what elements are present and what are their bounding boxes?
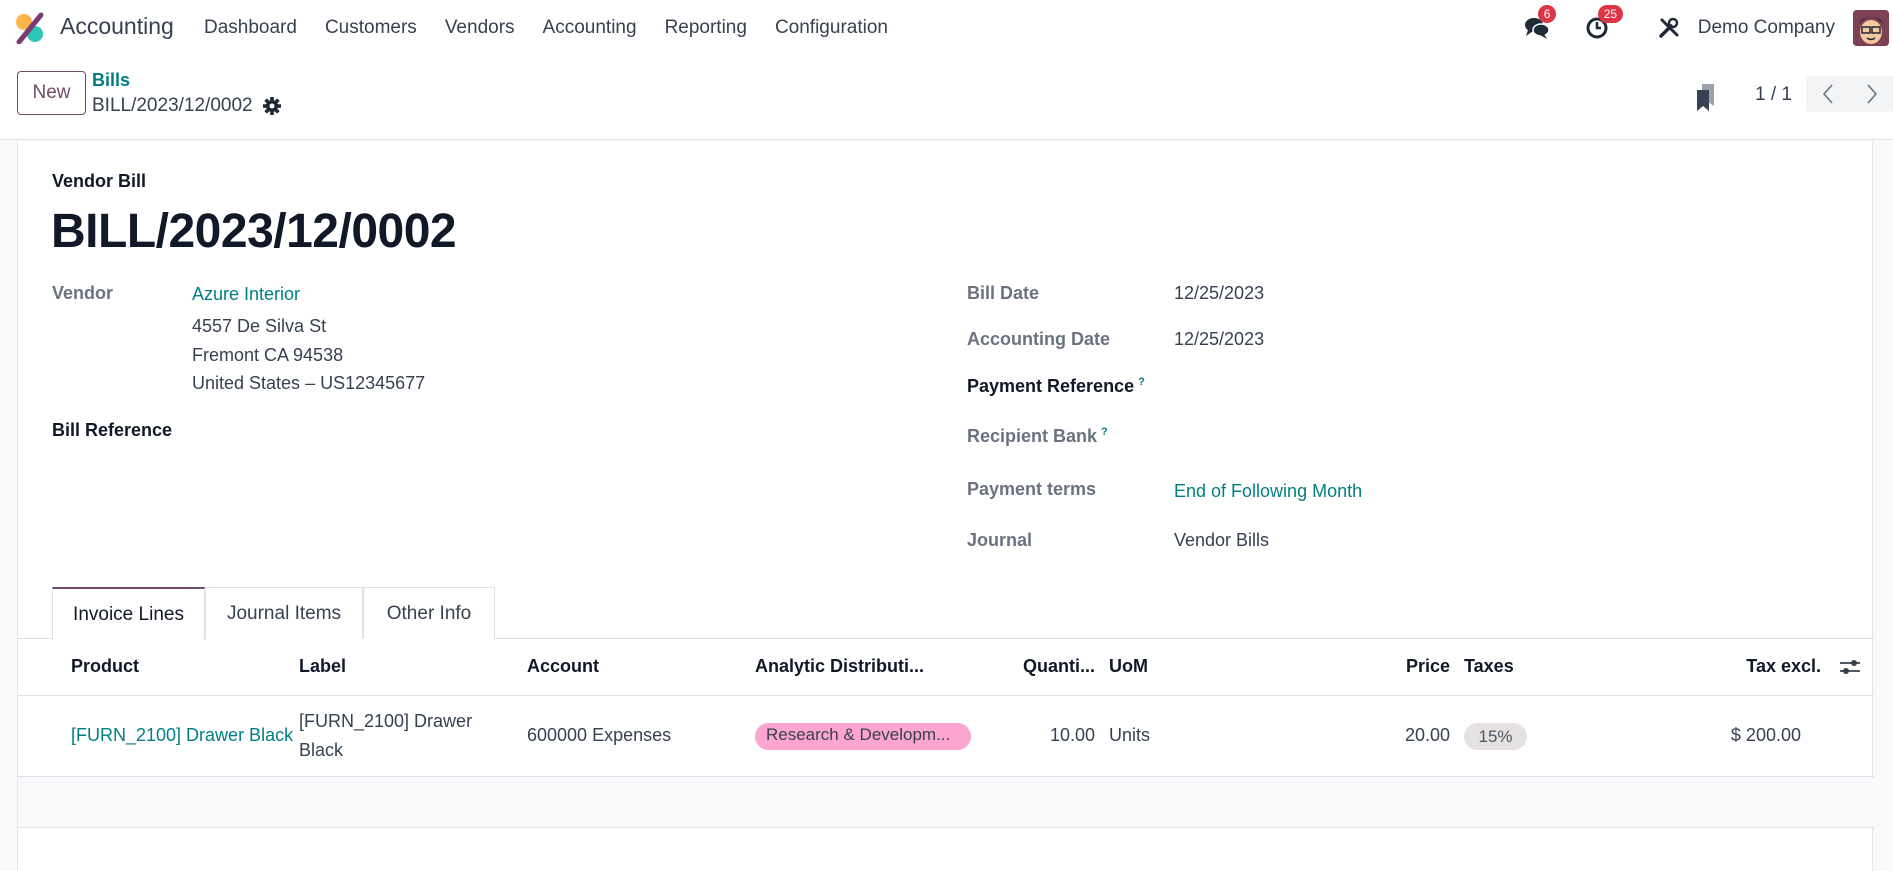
activities-count-badge: 25	[1597, 5, 1624, 23]
attachments-icon[interactable]	[1694, 82, 1718, 112]
bill-date-field[interactable]: 12/25/2023	[1174, 283, 1264, 304]
user-avatar[interactable]	[1853, 10, 1889, 46]
row-account[interactable]: 600000 Expenses	[527, 725, 671, 746]
control-panel: New Bills BILL/2023/12/0002 1 / 1	[0, 56, 1893, 140]
menu-vendors[interactable]: Vendors	[431, 17, 529, 39]
row-uom[interactable]: Units	[1109, 725, 1150, 746]
payment-reference-label-text: Payment Reference	[967, 376, 1135, 396]
chevron-right-icon	[1867, 84, 1878, 104]
payment-terms-field[interactable]: End of Following Month	[1174, 481, 1362, 502]
recipient-bank-label: Recipient Bank?	[967, 426, 1108, 447]
column-account[interactable]: Account	[527, 656, 599, 677]
payment-reference-label: Payment Reference?	[967, 376, 1145, 397]
menu-accounting[interactable]: Accounting	[529, 17, 651, 39]
pager-value[interactable]: 1 / 1	[1755, 84, 1792, 106]
new-button[interactable]: New	[17, 71, 86, 115]
app-name[interactable]: Accounting	[60, 13, 174, 40]
main-menu: Dashboard Customers Vendors Accounting R…	[190, 0, 902, 56]
row-quantity[interactable]: 10.00	[1000, 725, 1095, 746]
breadcrumb-bills[interactable]: Bills	[92, 70, 130, 91]
row-label-line-1: [FURN_2100] Drawer	[299, 711, 473, 731]
bill-reference-input[interactable]	[192, 420, 892, 446]
gear-icon[interactable]	[262, 96, 282, 116]
add-line-row[interactable]	[18, 777, 1874, 828]
messages-button[interactable]: 6	[1522, 5, 1557, 43]
settings-tools-button[interactable]	[1654, 13, 1684, 43]
table-header: Product Label Account Analytic Distribut…	[18, 639, 1874, 696]
tab-invoice-lines[interactable]: Invoice Lines	[52, 587, 205, 640]
notebook-tabs: Invoice Lines Journal Items Other Info	[18, 587, 1874, 640]
payment-reference-input[interactable]	[1174, 376, 1774, 402]
app-logo-icon[interactable]	[14, 12, 46, 44]
help-icon[interactable]: ?	[1101, 426, 1108, 438]
pager-next-button[interactable]	[1850, 76, 1893, 112]
bill-reference-label: Bill Reference	[52, 420, 173, 440]
column-taxes[interactable]: Taxes	[1464, 656, 1514, 677]
column-quantity[interactable]: Quanti...	[1000, 656, 1095, 677]
company-switcher[interactable]: Demo Company	[1698, 17, 1835, 39]
journal-label: Journal	[967, 530, 1033, 550]
vendor-address-line-2: Fremont CA 94538	[192, 345, 344, 365]
recipient-bank-label-text: Recipient Bank	[967, 426, 1098, 446]
column-price[interactable]: Price	[1350, 656, 1450, 677]
accounting-date-field[interactable]: 12/25/2023	[1174, 329, 1264, 350]
document-type: Vendor Bill	[52, 171, 147, 191]
accounting-date-label: Accounting Date	[967, 329, 1111, 349]
breadcrumb-current: BILL/2023/12/0002	[92, 95, 253, 116]
vendor-field[interactable]: Azure Interior	[192, 284, 300, 305]
column-uom[interactable]: UoM	[1109, 656, 1148, 677]
vendor-label: Vendor	[52, 283, 114, 303]
row-price[interactable]: 20.00	[1350, 725, 1450, 746]
column-label[interactable]: Label	[299, 656, 346, 677]
tax-tag[interactable]: 15%	[1464, 723, 1527, 750]
chevron-left-icon	[1822, 84, 1833, 104]
row-tax-excl: $ 200.00	[1730, 725, 1801, 745]
form-sheet: Vendor Bill BILL/2023/12/0002 Vendor Azu…	[17, 141, 1874, 871]
tab-journal-items[interactable]: Journal Items	[205, 587, 363, 639]
optional-columns-icon[interactable]	[1838, 656, 1862, 678]
row-label-line-2: Black	[299, 740, 344, 760]
journal-field[interactable]: Vendor Bills	[1174, 530, 1269, 551]
activities-button[interactable]: 25	[1582, 5, 1624, 43]
messages-count-badge: 6	[1537, 5, 1557, 23]
menu-customers[interactable]: Customers	[311, 17, 431, 39]
systray: 6 25 Demo Company	[1522, 0, 1893, 56]
menu-reporting[interactable]: Reporting	[651, 17, 761, 39]
bill-date-label: Bill Date	[967, 283, 1040, 303]
vendor-address-line-3: United States – US12345677	[192, 373, 426, 393]
invoice-lines-table: Product Label Account Analytic Distribut…	[18, 639, 1874, 828]
column-tax-excl[interactable]: Tax excl.	[1701, 656, 1821, 677]
tab-other-info[interactable]: Other Info	[363, 587, 495, 639]
avatar-icon	[1853, 10, 1889, 46]
payment-terms-label: Payment terms	[967, 479, 1097, 499]
row-product[interactable]: [FURN_2100] Drawer Black	[71, 725, 297, 746]
table-row[interactable]: [FURN_2100] Drawer Black [FURN_2100] Dra…	[18, 696, 1874, 777]
pager-previous-button[interactable]	[1806, 76, 1850, 112]
document-title: BILL/2023/12/0002	[51, 205, 457, 258]
menu-dashboard[interactable]: Dashboard	[190, 17, 311, 39]
recipient-bank-input[interactable]	[1174, 426, 1774, 452]
vendor-address-line-1: 4557 De Silva St	[192, 316, 327, 336]
tools-icon	[1658, 17, 1679, 38]
help-icon[interactable]: ?	[1138, 376, 1145, 388]
column-product[interactable]: Product	[71, 656, 139, 677]
top-navbar: Accounting Dashboard Customers Vendors A…	[0, 0, 1893, 56]
analytic-tag[interactable]: Research & Developm...	[755, 723, 971, 750]
menu-configuration[interactable]: Configuration	[761, 17, 902, 39]
column-analytic-distribution[interactable]: Analytic Distributi...	[755, 656, 924, 677]
